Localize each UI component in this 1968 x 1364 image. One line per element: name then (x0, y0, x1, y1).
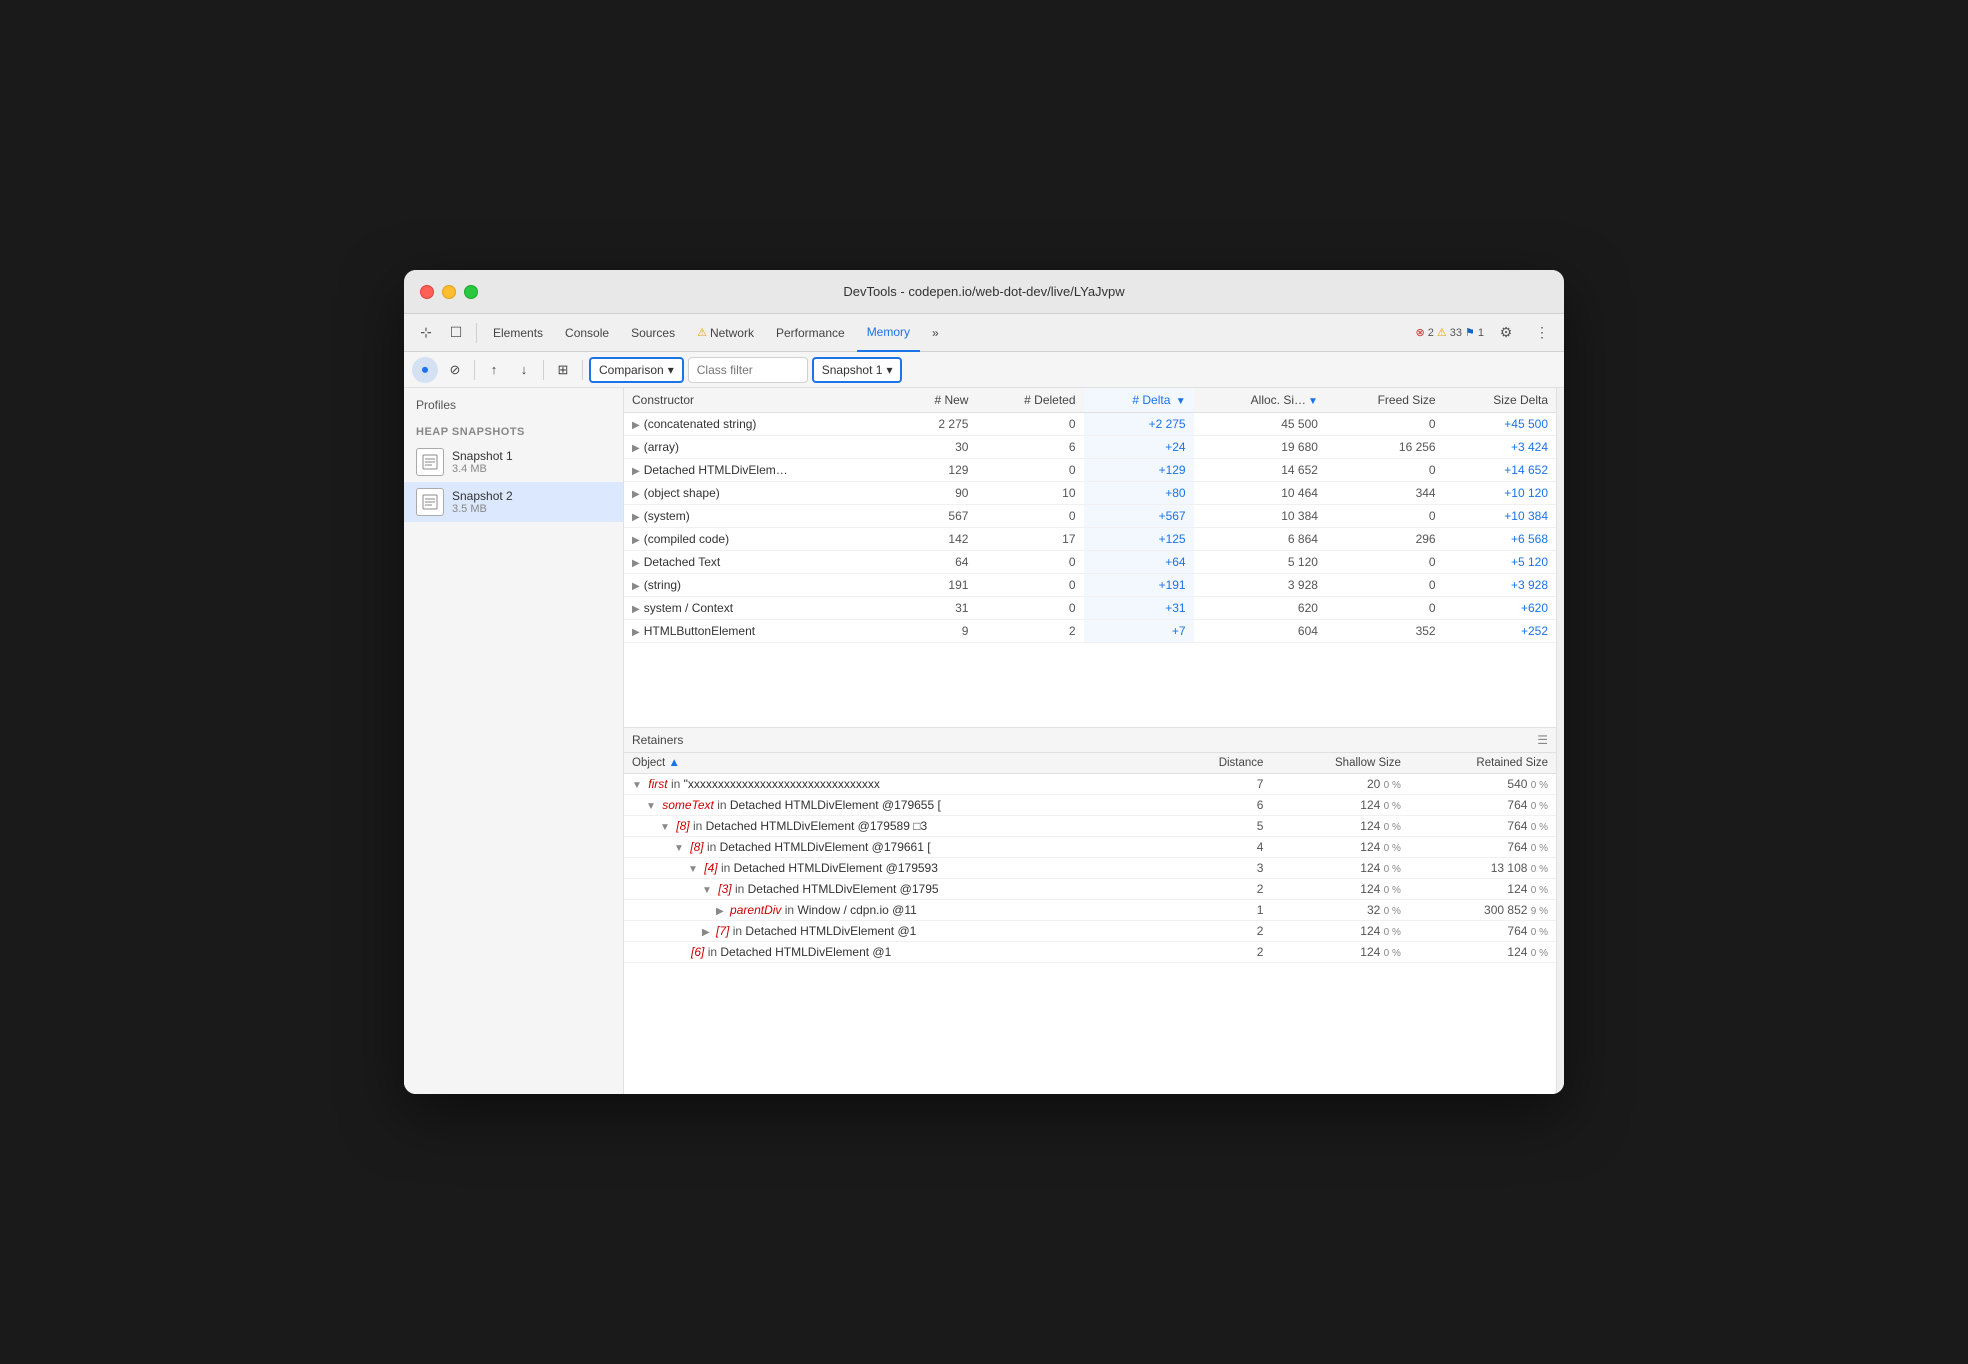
chevron-down-icon: ▾ (668, 363, 674, 377)
clear-button[interactable]: ⊘ (442, 357, 468, 383)
traffic-lights (420, 285, 478, 299)
retainer-row[interactable]: ▶ parentDiv in Window / cdpn.io @11 1 32… (624, 900, 1556, 921)
cursor-icon[interactable]: ⊹ (412, 319, 440, 347)
sidebar: Profiles HEAP SNAPSHOTS Snapshot 1 3.4 M… (404, 388, 624, 1094)
minimize-button[interactable] (442, 285, 456, 299)
devtools-container: ⊹ ☐ Elements Console Sources ⚠ Network P… (404, 314, 1564, 1094)
comparison-dropdown[interactable]: Comparison ▾ (589, 357, 684, 383)
chevron-down-icon-2: ▾ (886, 363, 892, 377)
retainer-row[interactable]: ▼ someText in Detached HTMLDivElement @1… (624, 795, 1556, 816)
retainers-table: Object ▲ Distance Shallow Size Retained … (624, 753, 1556, 963)
warning-icon: ⚠ (1437, 326, 1447, 339)
snapshot-dropdown[interactable]: Snapshot 1 ▾ (812, 357, 903, 383)
col-constructor: Constructor (624, 388, 897, 413)
settings-icon[interactable]: ⚙ (1492, 319, 1520, 347)
retainer-row[interactable]: ▼ first in "xxxxxxxxxxxxxxxxxxxxxxxxxxxx… (624, 774, 1556, 795)
titlebar: DevTools - codepen.io/web-dot-dev/live/L… (404, 270, 1564, 314)
content-area: Constructor # New # Deleted # Delta ▼ Al… (624, 388, 1556, 1094)
heap-snapshots-title: HEAP SNAPSHOTS (404, 418, 623, 442)
network-warning-icon: ⚠ (697, 326, 707, 339)
col-size-delta: Size Delta (1444, 388, 1556, 413)
table-row[interactable]: ▶system / Context 31 0 +31 620 0 +620 (624, 597, 1556, 620)
profiles-title: Profiles (404, 388, 623, 418)
upload-button[interactable]: ↑ (481, 357, 507, 383)
window-title: DevTools - codepen.io/web-dot-dev/live/L… (843, 284, 1124, 299)
snapshot-2-info: Snapshot 2 3.5 MB (452, 489, 611, 515)
snapshot-icon-1 (416, 448, 444, 476)
tab-elements[interactable]: Elements (483, 314, 553, 352)
retainer-row[interactable]: ▶ [7] in Detached HTMLDivElement @1 2 12… (624, 921, 1556, 942)
tab-separator (476, 323, 477, 343)
toolbar-separator-3 (582, 360, 583, 380)
error-icon: ⊗ (1416, 326, 1425, 339)
tab-sources[interactable]: Sources (621, 314, 685, 352)
toolbar: ⏺ ⊘ ↑ ↓ ⊞ Comparison ▾ Snapshot 1 ▾ (404, 352, 1564, 388)
tab-memory[interactable]: Memory (857, 314, 920, 352)
tab-more[interactable]: » (922, 314, 949, 352)
snapshot-icon-2 (416, 488, 444, 516)
col-alloc[interactable]: Alloc. Si…▼ (1194, 388, 1326, 413)
col-freed: Freed Size (1326, 388, 1444, 413)
tab-network[interactable]: ⚠ Network (687, 314, 764, 352)
col-delta[interactable]: # Delta ▼ (1084, 388, 1194, 413)
retainers-section: Retainers ☰ Object ▲ Distance Shallow Si… (624, 728, 1556, 1028)
retainers-header: Retainers ☰ (624, 728, 1556, 753)
table-row[interactable]: ▶(object shape) 90 10 +80 10 464 344 +10… (624, 482, 1556, 505)
main-area: Profiles HEAP SNAPSHOTS Snapshot 1 3.4 M… (404, 388, 1564, 1094)
snapshot-button[interactable]: ⊞ (550, 357, 576, 383)
ret-col-shallow: Shallow Size (1271, 753, 1408, 774)
error-count: ⊗ 2 ⚠ 33 ⚑ 1 (1416, 326, 1484, 339)
class-filter-input[interactable] (688, 357, 808, 383)
ret-col-object: Object ▲ (624, 753, 1169, 774)
devtools-tab-bar: ⊹ ☐ Elements Console Sources ⚠ Network P… (404, 314, 1564, 352)
retainer-row[interactable]: [6] in Detached HTMLDivElement @1 2 124 … (624, 942, 1556, 963)
table-row[interactable]: ▶(compiled code) 142 17 +125 6 864 296 +… (624, 528, 1556, 551)
table-row[interactable]: ▶Detached Text 64 0 +64 5 120 0 +5 120 (624, 551, 1556, 574)
scrollbar[interactable] (1556, 388, 1564, 1094)
retainer-row[interactable]: ▼ [8] in Detached HTMLDivElement @179661… (624, 837, 1556, 858)
snapshot-1-info: Snapshot 1 3.4 MB (452, 449, 611, 475)
info-icon: ⚑ (1465, 326, 1475, 339)
retainers-menu-icon[interactable]: ☰ (1537, 733, 1548, 747)
tab-console[interactable]: Console (555, 314, 619, 352)
table-row[interactable]: ▶(concatenated string) 2 275 0 +2 275 45… (624, 413, 1556, 436)
retainer-row[interactable]: ▼ [3] in Detached HTMLDivElement @1795 2… (624, 879, 1556, 900)
close-button[interactable] (420, 285, 434, 299)
tab-performance[interactable]: Performance (766, 314, 855, 352)
col-new: # New (897, 388, 976, 413)
download-button[interactable]: ↓ (511, 357, 537, 383)
col-deleted: # Deleted (976, 388, 1083, 413)
table-row[interactable]: ▶(array) 30 6 +24 19 680 16 256 +3 424 (624, 436, 1556, 459)
toolbar-separator-2 (543, 360, 544, 380)
heap-comparison-table: Constructor # New # Deleted # Delta ▼ Al… (624, 388, 1556, 643)
table-row[interactable]: ▶(system) 567 0 +567 10 384 0 +10 384 (624, 505, 1556, 528)
ret-col-retained: Retained Size (1409, 753, 1556, 774)
table-row[interactable]: ▶Detached HTMLDivElem… 129 0 +129 14 652… (624, 459, 1556, 482)
record-button[interactable]: ⏺ (412, 357, 438, 383)
snapshot-item-2[interactable]: Snapshot 2 3.5 MB (404, 482, 623, 522)
inspect-icon[interactable]: ☐ (442, 319, 470, 347)
table-row[interactable]: ▶(string) 191 0 +191 3 928 0 +3 928 (624, 574, 1556, 597)
retainers-table-container[interactable]: Object ▲ Distance Shallow Size Retained … (624, 753, 1556, 1028)
ret-col-distance: Distance (1169, 753, 1271, 774)
retainer-row[interactable]: ▼ [4] in Detached HTMLDivElement @179593… (624, 858, 1556, 879)
devtools-window: DevTools - codepen.io/web-dot-dev/live/L… (404, 270, 1564, 1094)
tab-right-area: ⊗ 2 ⚠ 33 ⚑ 1 ⚙ ⋮ (1416, 319, 1556, 347)
more-options-icon[interactable]: ⋮ (1528, 319, 1556, 347)
retainer-row[interactable]: ▼ [8] in Detached HTMLDivElement @179589… (624, 816, 1556, 837)
maximize-button[interactable] (464, 285, 478, 299)
toolbar-separator-1 (474, 360, 475, 380)
main-table-container[interactable]: Constructor # New # Deleted # Delta ▼ Al… (624, 388, 1556, 728)
snapshot-item-1[interactable]: Snapshot 1 3.4 MB (404, 442, 623, 482)
table-row[interactable]: ▶HTMLButtonElement 9 2 +7 604 352 +252 (624, 620, 1556, 643)
